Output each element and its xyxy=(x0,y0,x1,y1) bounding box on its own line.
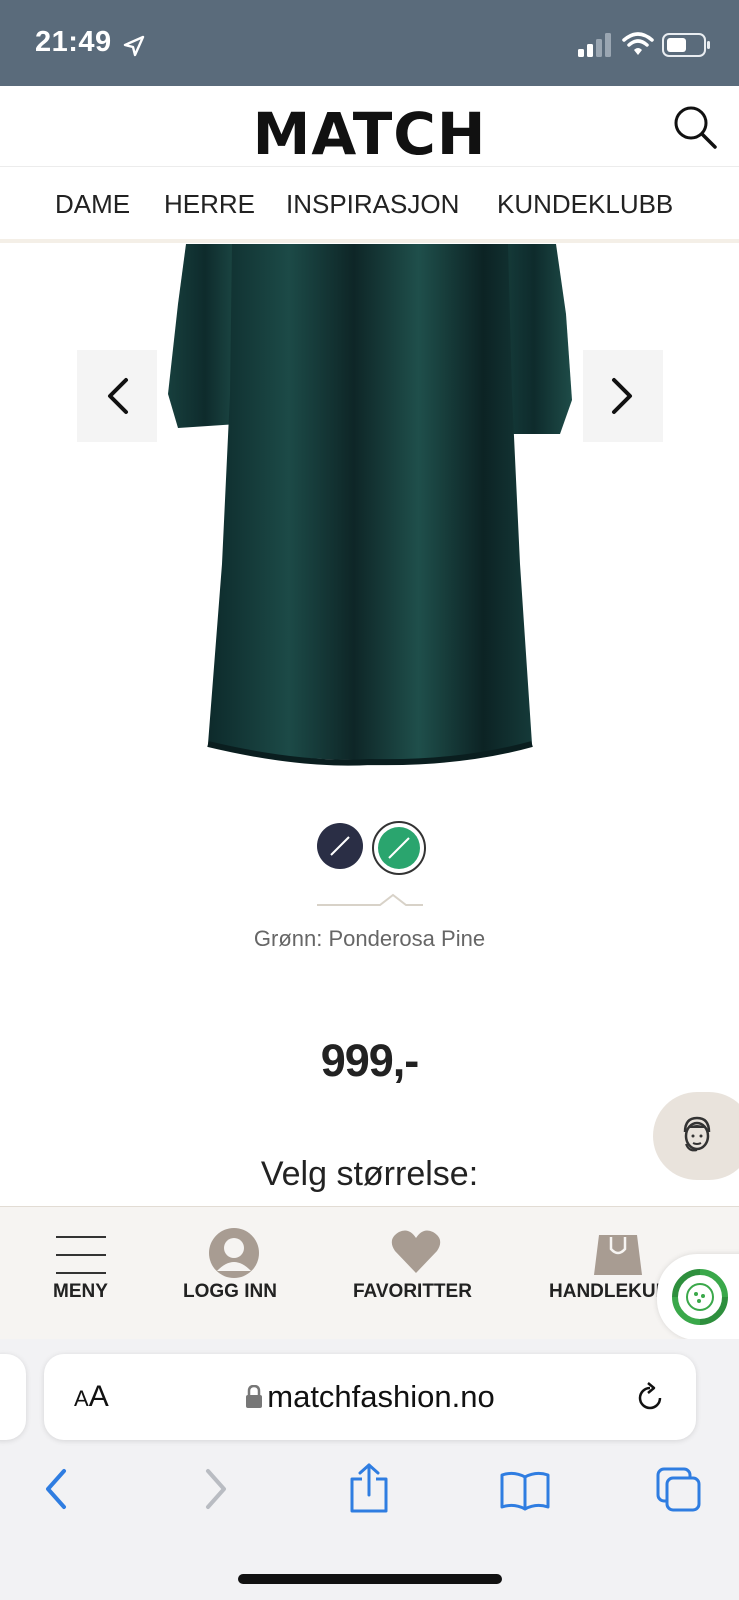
login-button[interactable]: LOGG INN xyxy=(175,1207,295,1339)
menu-label: MENY xyxy=(53,1281,108,1302)
product-image[interactable] xyxy=(0,244,739,789)
product-price: 999,- xyxy=(320,1035,420,1086)
bookmarks-icon[interactable] xyxy=(500,1471,550,1511)
nav-item-inspirasjon[interactable]: INSPIRASJON xyxy=(286,189,459,220)
nav-item-herre[interactable]: HERRE xyxy=(164,189,255,220)
lock-icon xyxy=(246,1385,263,1408)
selected-color-label: Grønn: Ponderosa Pine xyxy=(253,926,486,951)
back-icon[interactable] xyxy=(42,1467,72,1511)
tabs-icon[interactable] xyxy=(656,1467,702,1513)
product-dress-image xyxy=(77,244,663,766)
brand-logo[interactable]: MATCH xyxy=(0,100,739,168)
shopping-bag-icon xyxy=(594,1235,642,1275)
address-bar[interactable]: AA matchfashion.no xyxy=(44,1354,696,1440)
favorites-button[interactable]: FAVORITTER xyxy=(345,1207,485,1339)
app-bottom-nav: MENY LOGG INN FAVORITTER HANDLEKURV xyxy=(0,1206,739,1340)
previous-tab-preview[interactable] xyxy=(0,1354,26,1440)
size-heading: Velg størrelse: xyxy=(260,1155,479,1193)
signal-icon xyxy=(578,33,611,57)
browser-toolbar: AA matchfashion.no xyxy=(0,1339,739,1600)
user-icon xyxy=(209,1228,259,1278)
swatch-line-icon xyxy=(388,837,410,859)
menu-icon xyxy=(56,1236,106,1274)
url-label: matchfashion.no xyxy=(267,1379,495,1414)
nav-item-kundeklubb[interactable]: KUNDEKLUBB xyxy=(497,189,673,220)
location-arrow-icon xyxy=(123,35,145,57)
share-icon[interactable] xyxy=(348,1463,390,1513)
wifi-icon xyxy=(622,32,654,55)
login-label: LOGG INN xyxy=(183,1281,277,1302)
customer-support-button[interactable] xyxy=(653,1092,739,1180)
forward-icon[interactable] xyxy=(200,1467,230,1511)
recycle-icon xyxy=(672,1269,728,1325)
support-agent-icon xyxy=(683,1116,711,1152)
nav-item-dame[interactable]: DAME xyxy=(55,189,130,220)
url-text: matchfashion.no xyxy=(44,1379,696,1415)
carousel-prev-button[interactable] xyxy=(77,350,157,442)
cart-label: HANDLEKURV xyxy=(549,1281,669,1302)
menu-button[interactable]: MENY xyxy=(40,1207,130,1339)
swatch-green-selected[interactable] xyxy=(372,821,426,875)
swatch-navy[interactable] xyxy=(317,823,363,869)
heart-icon xyxy=(391,1230,441,1273)
status-bar: 21:49 xyxy=(0,0,739,86)
carousel-next-button[interactable] xyxy=(583,350,663,442)
status-time: 21:49 xyxy=(35,26,112,58)
swatch-line-icon xyxy=(330,836,350,856)
home-indicator[interactable] xyxy=(238,1574,502,1584)
battery-icon xyxy=(662,33,710,57)
recycle-badge[interactable] xyxy=(657,1254,739,1340)
search-icon[interactable] xyxy=(672,104,718,150)
reload-icon[interactable] xyxy=(634,1382,666,1414)
site-header: MATCH xyxy=(0,86,739,168)
favorites-label: FAVORITTER xyxy=(353,1281,472,1302)
main-nav: DAME HERRE INSPIRASJON KUNDEKLUBB xyxy=(0,167,739,243)
swatch-indicator xyxy=(317,893,423,906)
